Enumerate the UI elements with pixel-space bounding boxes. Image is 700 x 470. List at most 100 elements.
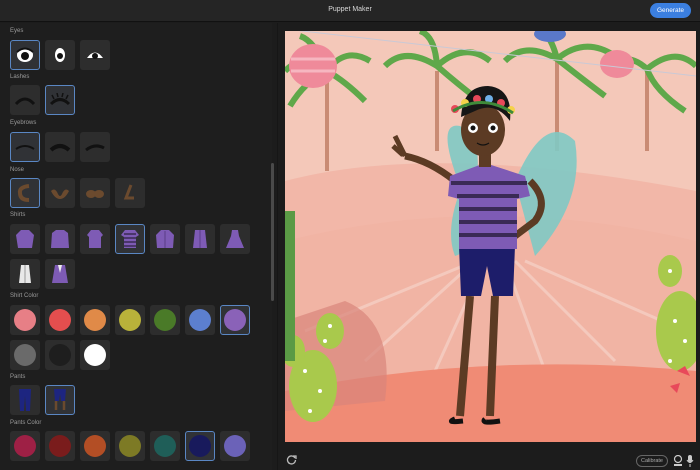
eye-half-icon: [87, 52, 103, 59]
shirt-color-swatch-color: [119, 309, 141, 331]
shirt-color-swatch-color: [154, 309, 176, 331]
shirt-color-swatch-color: [224, 309, 246, 331]
shirt-color-swatch-9[interactable]: [45, 340, 75, 370]
pants-color-swatch-color: [119, 435, 141, 457]
shirt-color-swatch-1[interactable]: [10, 305, 40, 335]
eyebrows-option-3[interactable]: [80, 132, 110, 162]
shirt-color-swatch-color: [84, 309, 106, 331]
shirt-option-4[interactable]: [115, 224, 145, 254]
shirt-jacket-icon: [156, 230, 174, 248]
eyes-option-3[interactable]: [80, 40, 110, 70]
shirt-color-swatch-color: [84, 344, 106, 366]
nose-wide-icon: [51, 189, 69, 199]
pants-option-1[interactable]: [10, 385, 40, 415]
eyebrow-thick-icon: [49, 144, 71, 152]
puppet-preview-canvas[interactable]: [285, 31, 696, 442]
pants-short-icon: [54, 389, 66, 410]
shirt-color-swatch-color: [49, 309, 71, 331]
app-title: Puppet Maker: [328, 6, 372, 13]
shirt-coat-icon: [19, 265, 31, 283]
calibrate-button[interactable]: Calibrate: [636, 455, 668, 467]
eyebrow-bushy-icon: [85, 144, 105, 152]
shirt-option-5[interactable]: [150, 224, 180, 254]
pants-color-swatch-2[interactable]: [45, 431, 75, 461]
section-label-pants-color: Pants Color: [10, 420, 42, 426]
shirt-color-swatch-color: [14, 309, 36, 331]
pants-color-swatch-4[interactable]: [115, 431, 145, 461]
generate-button[interactable]: Generate: [650, 3, 691, 18]
section-label-shirts: Shirts: [10, 212, 26, 218]
nose-option-1[interactable]: [10, 178, 40, 208]
panel-divider: [277, 23, 278, 470]
pants-color-swatch-color: [224, 435, 246, 457]
shirt-color-swatch-color: [189, 309, 211, 331]
nose-option-3[interactable]: [80, 178, 110, 208]
eyebrow-thin-icon: [15, 145, 35, 150]
shirt-cardigan-icon: [52, 265, 68, 283]
section-label-eyebrows: Eyebrows: [10, 120, 37, 126]
section-label-pants: Pants: [10, 374, 26, 380]
shirt-option-8[interactable]: [10, 259, 40, 289]
shirt-tee-icon: [87, 230, 103, 248]
pants-long-icon: [19, 389, 31, 411]
pants-option-2[interactable]: [45, 385, 75, 415]
refresh-icon[interactable]: [286, 454, 297, 465]
shirt-striped-icon: [121, 230, 139, 248]
lashes-option-1[interactable]: [10, 85, 40, 115]
shirt-sweater-icon: [51, 230, 69, 248]
pants-color-swatch-color: [154, 435, 176, 457]
shirt-option-1[interactable]: [10, 224, 40, 254]
nose-option-2[interactable]: [45, 178, 75, 208]
section-label-shirt-color: Shirt Color: [10, 293, 39, 299]
pants-color-swatch-color: [14, 435, 36, 457]
nose-c-icon: [17, 184, 30, 202]
nose-option-4[interactable]: [115, 178, 145, 208]
pants-color-swatch-3[interactable]: [80, 431, 110, 461]
nose-nostrils-icon: [86, 190, 104, 198]
shirt-color-swatch-color: [49, 344, 71, 366]
eye-round-icon: [16, 47, 34, 62]
shirt-option-2[interactable]: [45, 224, 75, 254]
microphone-icon[interactable]: [686, 455, 694, 467]
eyebrows-option-2[interactable]: [45, 132, 75, 162]
pants-color-swatch-1[interactable]: [10, 431, 40, 461]
puppet-scene: [285, 31, 696, 442]
pants-color-swatch-6[interactable]: [185, 431, 215, 461]
pants-color-swatch-color: [84, 435, 106, 457]
pants-color-swatch-color: [49, 435, 71, 457]
pants-color-swatch-7[interactable]: [220, 431, 250, 461]
section-label-nose: Nose: [10, 167, 25, 173]
shirt-color-swatch-color: [14, 344, 36, 366]
eyes-option-1[interactable]: [10, 40, 40, 70]
eyebrows-option-1[interactable]: [10, 132, 40, 162]
shirt-color-swatch-5[interactable]: [150, 305, 180, 335]
lantern-icon: [600, 50, 634, 78]
camera-icon[interactable]: [673, 455, 683, 467]
pants-color-swatch-5[interactable]: [150, 431, 180, 461]
shirt-color-swatch-8[interactable]: [10, 340, 40, 370]
top-bar: Puppet Maker Generate: [0, 0, 700, 22]
lash-plain-icon: [14, 97, 36, 106]
shirt-color-swatch-3[interactable]: [80, 305, 110, 335]
shirt-option-7[interactable]: [220, 224, 250, 254]
lash-full-icon: [49, 93, 71, 106]
shirt-color-swatch-6[interactable]: [185, 305, 215, 335]
shirt-dress-icon: [226, 230, 244, 248]
shirt-option-3[interactable]: [80, 224, 110, 254]
eyes-option-2[interactable]: [45, 40, 75, 70]
pants-color-swatch-color: [189, 435, 211, 457]
panel-scrollbar[interactable]: [271, 163, 274, 301]
shirt-option-9[interactable]: [45, 259, 75, 289]
lashes-option-2[interactable]: [45, 85, 75, 115]
shirt-vest-icon: [193, 230, 207, 248]
eye-oval-icon: [55, 48, 65, 62]
lantern-icon: [289, 44, 337, 88]
nose-line-icon: [123, 184, 134, 200]
shirt-option-6[interactable]: [185, 224, 215, 254]
shirt-color-swatch-7[interactable]: [220, 305, 250, 335]
shirt-color-swatch-4[interactable]: [115, 305, 145, 335]
shirt-color-swatch-10[interactable]: [80, 340, 110, 370]
section-label-lashes: Lashes: [10, 74, 30, 80]
section-label-eyes: Eyes: [10, 28, 24, 34]
shirt-color-swatch-2[interactable]: [45, 305, 75, 335]
